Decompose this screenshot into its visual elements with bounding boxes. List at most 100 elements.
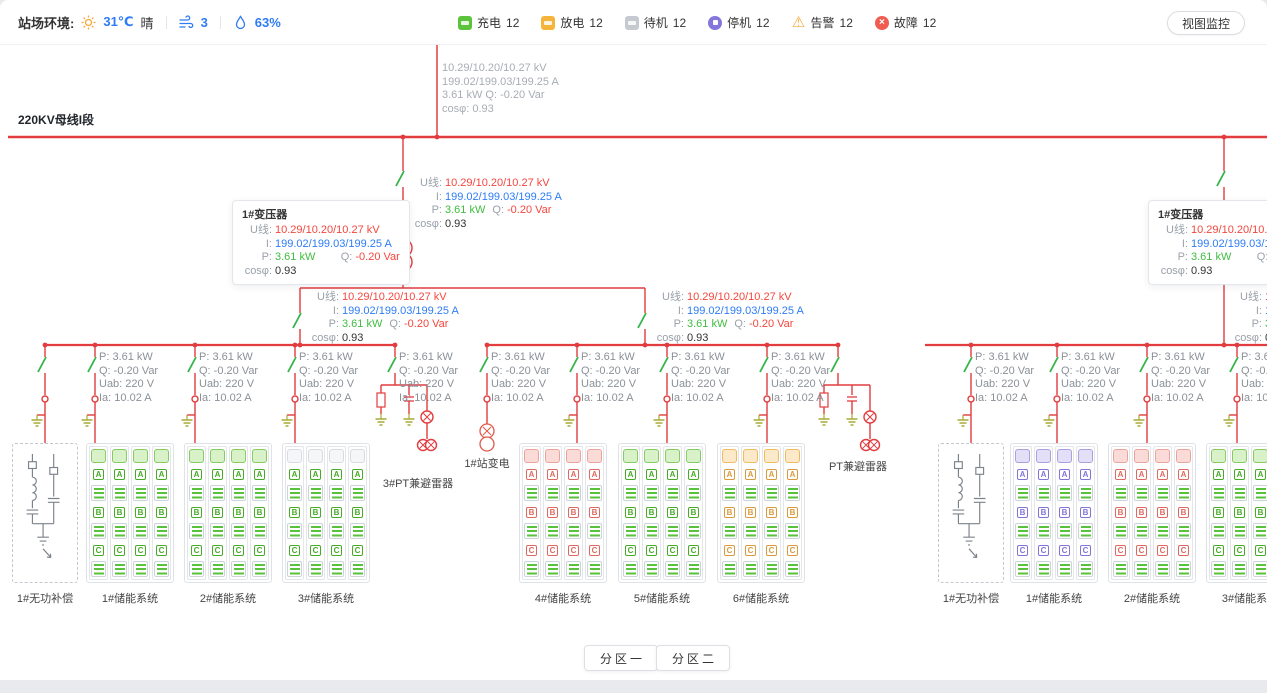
cluster-badge: A	[1038, 469, 1049, 480]
disconnect-switch[interactable]	[1140, 357, 1148, 372]
cluster-badge: C	[156, 545, 167, 556]
legend-item-stop[interactable]: 停机12	[708, 14, 769, 31]
rack-status-cell	[587, 449, 602, 463]
disconnect-switch[interactable]	[288, 357, 296, 372]
zone-one-button[interactable]: 分区一	[584, 645, 658, 671]
cluster-badge: B	[526, 507, 537, 518]
rack-status-cell	[1176, 449, 1191, 463]
unit-label: 2#储能系统	[1108, 590, 1196, 606]
battery-cell	[133, 561, 148, 577]
cluster-badge: A	[233, 469, 244, 480]
disconnect-switch[interactable]	[570, 357, 578, 372]
battery-cell	[1176, 561, 1191, 577]
disconnect-switch[interactable]	[396, 171, 404, 186]
cluster-badge: B	[1038, 507, 1049, 518]
topbar: 站场环境: 31℃ 晴 3 63% 充电12放电12待机12停机12⚠告警12×…	[0, 0, 1267, 45]
legend-label: 告警	[811, 14, 835, 31]
rack-status-cell	[91, 449, 106, 463]
disconnect-switch[interactable]	[831, 357, 839, 372]
battery-cell	[1134, 561, 1149, 577]
storage-unit[interactable]: ABCABCABCABC6#储能系统	[717, 443, 805, 606]
cluster-badge: A	[646, 469, 657, 480]
cluster-badge: B	[1059, 507, 1070, 518]
battery-cell	[743, 561, 758, 577]
rack-status-cell	[1155, 449, 1170, 463]
storage-unit[interactable]: ABCABCABCABC1#储能系统	[86, 443, 174, 606]
disconnect-switch[interactable]	[964, 357, 972, 372]
battery-cell	[644, 523, 659, 539]
status-legend: 充电12放电12待机12停机12⚠告警12×故障12	[458, 0, 936, 45]
battery-rack: ABC	[684, 446, 703, 580]
storage-unit[interactable]: ABCABCABCABC3#储能系统	[282, 443, 370, 606]
rack-status-cell	[623, 449, 638, 463]
rack-status-cell	[644, 449, 659, 463]
storage-unit[interactable]: ABCABCABCABC2#储能系统	[1108, 443, 1196, 606]
battery-cell	[308, 523, 323, 539]
legend-count: 12	[589, 16, 602, 30]
storage-unit[interactable]: ABCABCABCABC2#储能系统	[184, 443, 272, 606]
unit-label: 4#储能系统	[519, 590, 607, 606]
legend-item-discharge[interactable]: 放电12	[541, 14, 602, 31]
cluster-badge: B	[233, 507, 244, 518]
zone-two-button[interactable]: 分区二	[656, 645, 730, 671]
cluster-badge: C	[93, 545, 104, 556]
battery-rack: ABC	[327, 446, 346, 580]
rack-status-cell	[133, 449, 148, 463]
battery-cell	[350, 485, 365, 501]
legend-item-alarm[interactable]: ⚠告警12	[792, 14, 853, 31]
battery-cell	[623, 561, 638, 577]
disconnect-switch[interactable]	[1050, 357, 1058, 372]
battery-cell	[764, 523, 779, 539]
disconnect-switch[interactable]	[1230, 357, 1238, 372]
connection-node	[1144, 396, 1150, 402]
disconnect-switch[interactable]	[88, 357, 96, 372]
disconnect-switch[interactable]	[388, 357, 396, 372]
station-transformer-label: 1#站变电	[459, 455, 515, 471]
legend-item-fault[interactable]: ×故障12	[875, 14, 936, 31]
battery-cell	[210, 561, 225, 577]
legend-item-charge[interactable]: 充电12	[458, 14, 519, 31]
cluster-badge: C	[1234, 545, 1245, 556]
battery-rack: ABC	[152, 446, 171, 580]
battery-rack: ABC	[1209, 446, 1228, 580]
disconnect-switch[interactable]	[638, 313, 646, 328]
rack-status-cell	[1253, 449, 1267, 463]
battery-cell	[566, 485, 581, 501]
disconnect-switch[interactable]	[188, 357, 196, 372]
battery-cell	[210, 523, 225, 539]
battery-cell	[210, 485, 225, 501]
battery-cell	[231, 523, 246, 539]
legend-item-standby[interactable]: 待机12	[625, 14, 686, 31]
battery-cell	[1253, 523, 1267, 539]
disconnect-switch[interactable]	[760, 357, 768, 372]
cluster-badge: A	[1213, 469, 1224, 480]
legend-count: 12	[923, 16, 936, 30]
storage-unit[interactable]: ABCABCABCABC5#储能系统	[618, 443, 706, 606]
legend-label: 充电	[477, 14, 501, 31]
connection-node	[764, 396, 770, 402]
battery-rack: ABC	[720, 446, 739, 580]
compensation-unit[interactable]: 1#无功补偿	[12, 443, 78, 606]
disconnect-switch[interactable]	[38, 357, 46, 372]
cluster-badge: B	[1157, 507, 1168, 518]
storage-unit[interactable]: ABCABCABCABC4#储能系统	[519, 443, 607, 606]
view-monitor-button[interactable]: 视图监控	[1167, 11, 1245, 35]
cluster-badge: B	[93, 507, 104, 518]
disconnect-switch[interactable]	[480, 357, 488, 372]
compensation-unit[interactable]: 1#无功补偿	[938, 443, 1004, 606]
pt-arrester-label: 3#PT兼避雷器	[370, 475, 466, 491]
disconnect-switch[interactable]	[293, 313, 301, 328]
battery-cell	[189, 523, 204, 539]
disconnect-switch[interactable]	[660, 357, 668, 372]
cluster-badge: C	[212, 545, 223, 556]
rack-status-cell	[665, 449, 680, 463]
battery-cell	[329, 561, 344, 577]
compensation-circuit	[15, 446, 75, 580]
cluster-badge: C	[254, 545, 265, 556]
feeder-measurements: P: 3.61 kWQ: -0.20 VarUab: 220 VIa: 10.0…	[581, 351, 640, 405]
storage-unit[interactable]: ABCABCABCABC1#储能系统	[1010, 443, 1098, 606]
disconnect-switch[interactable]	[1217, 171, 1225, 186]
cluster-badge: A	[1115, 469, 1126, 480]
feeder-measurements: P: 3.61 kWQ: -0.20 VarUab: 220 VIa: 10.0…	[99, 351, 158, 405]
storage-unit[interactable]: ABCABCABCABC3#储能系统	[1206, 443, 1267, 606]
